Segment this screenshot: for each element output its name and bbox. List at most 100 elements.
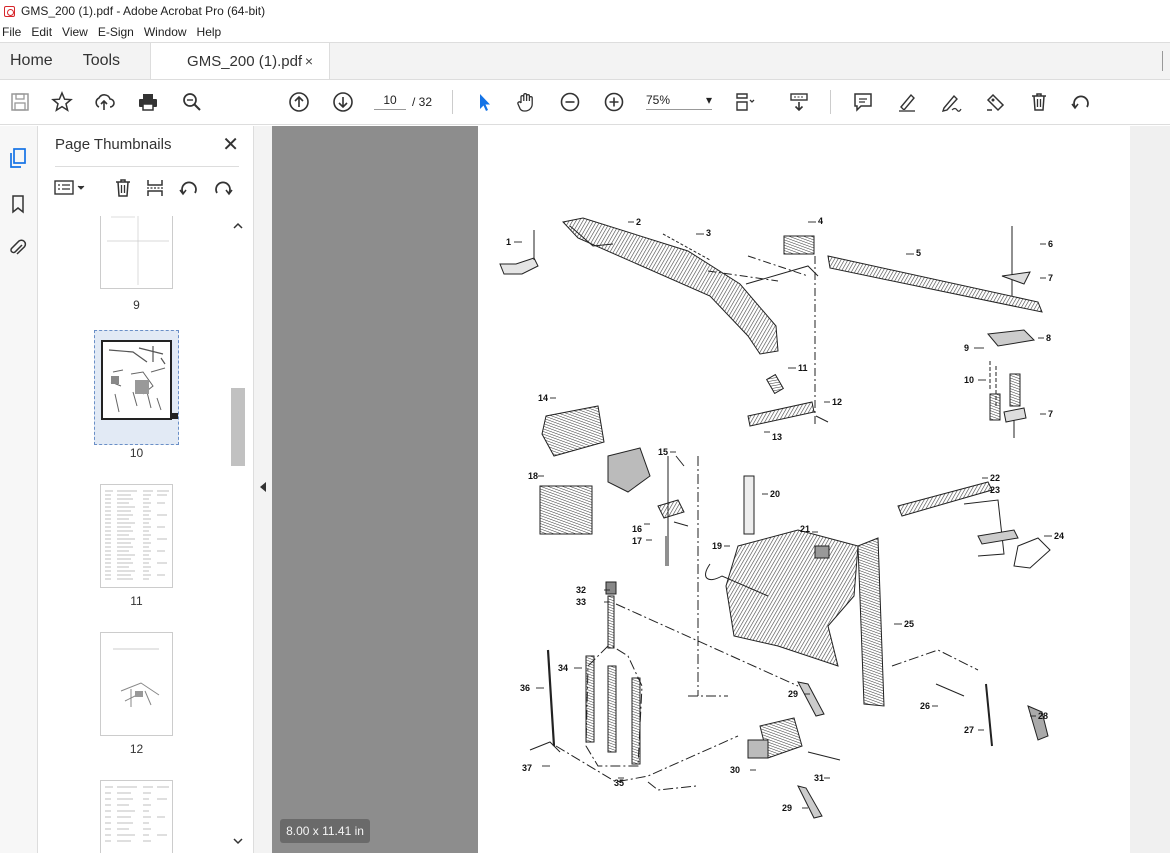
zoom-dropdown[interactable]: 75% ▾ [646,93,712,110]
panel-collapse-handle[interactable] [253,126,272,853]
page-total: / 32 [412,94,433,109]
title-bar: GMS_200 (1).pdf - Adobe Acrobat Pro (64-… [0,0,1170,22]
menu-window[interactable]: Window [144,25,187,39]
callout-11: 11 [798,363,808,373]
collapse-arrow-icon [260,482,266,492]
panel-divider [55,166,239,167]
delete-page-icon[interactable] [111,176,135,200]
callout-12: 12 [832,397,842,407]
close-tab-icon[interactable]: × [305,53,313,69]
close-panel-icon[interactable]: ✕ [222,132,239,157]
callout-28: 28 [1038,711,1048,721]
callout-7: 7 [1048,273,1053,283]
callout-1: 1 [506,237,511,247]
callout-35: 35 [614,778,624,788]
hand-icon[interactable] [512,88,540,116]
paperclip-icon[interactable] [6,236,30,260]
pdf-page: 1 2 3 4 5 6 7 8 9 10 7 11 12 13 14 15 16… [478,126,1130,853]
tab-document[interactable]: GMS_200 (1).pdf × [150,43,331,79]
upload-icon[interactable] [90,88,118,116]
menu-file[interactable]: File [2,25,21,39]
callout-21: 21 [800,524,810,534]
callout-29: 29 [788,689,798,699]
callout-16: 16 [632,524,642,534]
chevron-down-icon: ▾ [705,93,712,107]
right-pane [1130,126,1170,853]
thumbnail-label: 10 [129,446,144,460]
thumbnail-scrollbar[interactable] [231,216,245,853]
callout-34: 34 [558,663,568,673]
copy-pages-icon[interactable] [6,146,30,170]
sign-icon[interactable] [937,88,965,116]
zoom-out-icon[interactable] [556,88,584,116]
main-toolbar: 10 / 32 75% ▾ [0,80,1170,125]
thumbnail-page-10[interactable] [101,340,172,420]
rotate-right-icon[interactable] [211,176,235,200]
thumbnail-resize-handle[interactable] [172,413,178,419]
highlight-icon[interactable] [893,88,921,116]
callout-5: 5 [916,248,921,258]
thumbnails-panel: Page Thumbnails ✕ 9 10 11 12 [39,126,253,853]
thumbnail-page-9[interactable] [100,216,173,289]
callout-22: 22 [990,473,1000,483]
thumbnail-options-icon[interactable] [53,176,87,200]
tab-tools[interactable]: Tools [73,43,130,79]
callout-10: 10 [964,375,974,385]
comment-icon[interactable] [849,88,877,116]
tab-bar: Home Tools GMS_200 (1).pdf × [0,42,1170,80]
callout-4: 4 [818,216,823,226]
thumbnail-page-13[interactable] [100,780,173,853]
zoom-value: 75% [646,93,671,107]
thumbnail-label: 12 [129,742,144,756]
prev-page-icon[interactable] [285,88,313,116]
undo-icon[interactable] [1067,88,1095,116]
callout-3: 3 [706,228,711,238]
select-arrow-icon[interactable] [470,88,498,116]
callout-15: 15 [658,447,668,457]
callout-6: 6 [1048,239,1053,249]
left-rail [0,126,38,853]
scroll-mode-icon[interactable] [785,88,813,116]
thumbnail-page-11[interactable] [100,484,173,588]
page-indicator: 10 / 32 [374,93,432,110]
menu-bar: File Edit View E-Sign Window Help [0,22,1170,42]
callout-24: 24 [1054,531,1064,541]
menu-help[interactable]: Help [197,25,222,39]
insert-page-icon[interactable] [143,176,167,200]
callout-30: 30 [730,765,740,775]
delete-icon[interactable] [1025,88,1053,116]
scrollbar-thumb[interactable] [231,388,245,466]
callout-2: 2 [636,217,641,227]
exploded-parts-diagram: 1 2 3 4 5 6 7 8 9 10 7 11 12 13 14 15 16… [499,216,1064,819]
callout-17: 17 [632,536,642,546]
document-viewport[interactable]: 1 2 3 4 5 6 7 8 9 10 7 11 12 13 14 15 16… [272,126,1170,853]
tab-home-label: Home [10,52,53,69]
print-icon[interactable] [134,88,162,116]
save-icon[interactable] [6,88,34,116]
zoom-search-icon[interactable] [178,88,206,116]
thumbnail-page-12[interactable] [100,632,173,736]
acrobat-logo-icon [4,5,15,17]
menu-esign[interactable]: E-Sign [98,25,134,39]
zoom-in-icon[interactable] [600,88,628,116]
tab-home[interactable]: Home [0,43,63,79]
callout-32: 32 [576,585,586,595]
callout-31: 31 [814,773,824,783]
page-fit-icon[interactable] [731,88,759,116]
fill-sign-icon[interactable] [981,88,1009,116]
bookmark-icon[interactable] [6,192,30,216]
callout-8: 8 [1046,333,1051,343]
star-icon[interactable] [48,88,76,116]
page-size-badge: 8.00 x 11.41 in [280,819,370,843]
page-number-input[interactable]: 10 [374,93,406,110]
menu-view[interactable]: View [62,25,88,39]
thumbnail-tools [53,174,243,202]
rotate-left-icon[interactable] [177,176,201,200]
callout-14: 14 [538,393,548,403]
next-page-icon[interactable] [329,88,357,116]
callout-33: 33 [576,597,586,607]
window-title: GMS_200 (1).pdf - Adobe Acrobat Pro (64-… [21,4,266,18]
menu-edit[interactable]: Edit [31,25,52,39]
toolbar-divider [452,90,453,114]
callout-27: 27 [964,725,974,735]
